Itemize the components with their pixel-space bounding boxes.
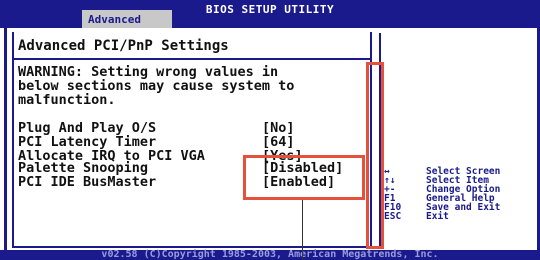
- callout-leader-line: [302, 200, 303, 260]
- help-key-esc: ESC: [384, 211, 402, 222]
- page-title: Advanced PCI/PnP Settings: [18, 38, 229, 54]
- option-pci-ide-busmaster-label[interactable]: PCI IDE BusMaster: [18, 174, 156, 190]
- bios-title: BIOS SETUP UTILITY: [205, 3, 335, 16]
- callout-scrollbar-highlight: [366, 62, 384, 249]
- callout-values-highlight: [243, 155, 365, 200]
- warning-text: WARNING: Setting wrong values in below s…: [18, 64, 295, 108]
- heading-divider: [12, 58, 372, 60]
- help-exit: Exit: [426, 211, 449, 222]
- copyright-footer: v02.58 (C)Copyright 1985-2003, American …: [101, 249, 439, 260]
